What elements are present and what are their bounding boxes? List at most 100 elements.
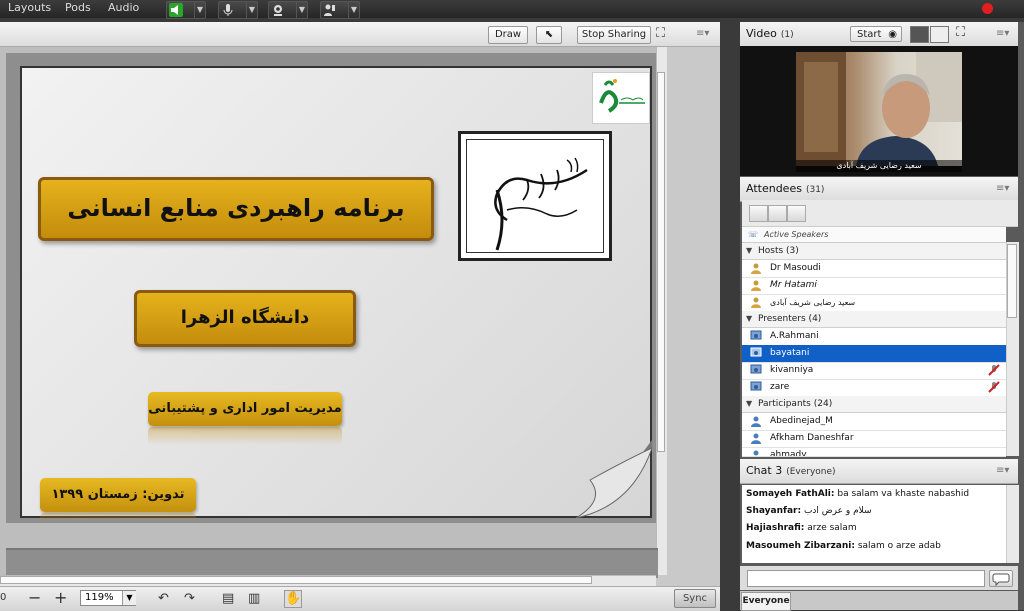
status-view-icon[interactable] [787, 205, 806, 222]
group-hosts[interactable]: ▼ Hosts (3) [742, 243, 1006, 260]
pointer-icon: ⬉ [544, 29, 554, 40]
attendee-row[interactable]: Dr Masoudi [742, 260, 1006, 278]
zoom-in-icon[interactable]: + [54, 588, 67, 607]
chat-text: ba salam va khaste nabashid [834, 489, 970, 499]
chat-message: Somayeh FathAli: ba salam va khaste naba… [746, 489, 969, 499]
attendees-pod-title-wrap: Attendees (31) [746, 182, 824, 195]
chat-input[interactable] [747, 570, 985, 587]
attendee-row[interactable]: A.Rahmani [742, 328, 1006, 346]
webcam-button[interactable]: ▼ [268, 1, 308, 19]
chat-pod-header: Chat 3 (Everyone) ≡▾ [740, 459, 1018, 484]
chevron-down-icon[interactable]: ▼ [348, 2, 359, 18]
page-curl [576, 440, 652, 518]
attendee-row-selected[interactable]: bayatani [742, 345, 1006, 363]
video-pod-title: Video [746, 27, 777, 40]
active-speakers-label: Active Speakers [764, 230, 829, 239]
attendee-scroll-thumb[interactable] [1007, 244, 1017, 318]
fit-page-icon[interactable]: ▤ [222, 591, 234, 606]
mic-muted-icon [988, 381, 1000, 393]
chat-pod-title: Chat 3 [746, 464, 783, 477]
webcam-icon: ◉ [888, 29, 897, 40]
presenter-icon [750, 347, 762, 357]
collapse-triangle-icon[interactable]: ▼ [746, 243, 752, 259]
attendee-name: ahmady [770, 450, 807, 457]
pod-menu-icon[interactable]: ≡▾ [996, 183, 1009, 194]
chevron-down-icon[interactable]: ▼ [122, 591, 136, 605]
collapse-triangle-icon[interactable]: ▼ [746, 311, 752, 327]
attendee-row[interactable]: Afkham Daneshfar [742, 430, 1006, 448]
bismillah-calligraphy [458, 131, 612, 261]
pod-menu-icon[interactable]: ≡▾ [996, 28, 1009, 39]
filmstrip-layout-icon[interactable] [930, 26, 949, 43]
attendees-pod-title: Attendees [746, 182, 802, 195]
slide-department-reflection [148, 427, 342, 445]
host-icon [751, 263, 761, 274]
attendee-row[interactable]: Mr Hatami [742, 277, 1006, 295]
chevron-down-icon[interactable]: ▼ [194, 2, 205, 18]
slide-horizontal-scroll-thumb[interactable] [0, 576, 592, 584]
attendee-row[interactable]: kivanniya [742, 362, 1006, 380]
attendees-pod-header: Attendees (31) ≡▾ [740, 177, 1018, 202]
chat-scrollbar[interactable] [1006, 485, 1019, 563]
microphone-button[interactable]: ▼ [218, 1, 258, 19]
attendee-row[interactable]: zare [742, 379, 1006, 397]
group-presenters[interactable]: ▼ Presenters (4) [742, 311, 1006, 328]
rotate-right-icon[interactable]: ↷ [184, 591, 195, 606]
fullscreen-icon[interactable]: ⛶ [956, 25, 965, 40]
user-icon [751, 433, 761, 444]
video-count: (1) [780, 30, 794, 40]
attendee-name: سعید رضایی شریف آبادی [770, 298, 856, 307]
menubar: Layouts Pods Audio ▼ ▼ ▼ ▼ [0, 0, 1024, 19]
record-indicator-icon[interactable] [982, 3, 993, 14]
start-webcam-label: Start [857, 29, 882, 40]
pod-menu-icon[interactable]: ≡▾ [696, 28, 709, 39]
grid-layout-icon[interactable] [910, 26, 929, 43]
slide-title: برنامه راهبردی منابع انسانی [38, 177, 434, 241]
fit-width-icon[interactable]: ▥ [248, 591, 260, 606]
slide-vertical-scroll-thumb[interactable] [657, 72, 665, 452]
menu-pods[interactable]: Pods [65, 1, 91, 14]
rotate-left-icon[interactable]: ↶ [158, 591, 169, 606]
chat-text: سلام و عرض ادب [801, 506, 872, 516]
chat-tab-everyone[interactable]: Everyone [741, 592, 791, 611]
collapse-triangle-icon[interactable]: ▼ [746, 396, 752, 412]
slide-compiled-date: تدوین: زمستان ۱۳۹۹ [40, 478, 196, 512]
slide-compiled-reflection [40, 513, 196, 521]
chevron-down-icon[interactable]: ▼ [296, 2, 307, 18]
zoom-out-icon[interactable]: − [28, 588, 41, 607]
group-participants[interactable]: ▼ Participants (24) [742, 396, 1006, 413]
speaker-button[interactable]: ▼ [166, 1, 206, 19]
list-view-icon[interactable] [749, 205, 768, 222]
status-button[interactable]: ▼ [320, 1, 360, 19]
attendee-row[interactable]: ahmady [742, 447, 1006, 457]
attendee-name: kivanniya [770, 365, 814, 375]
attendee-name: Abedinejad_M [770, 416, 833, 426]
group-presenters-label: Presenters (4) [758, 314, 822, 324]
fullscreen-icon[interactable]: ⛶ [656, 26, 665, 41]
chat-message: Hajiashrafi: arze salam [746, 523, 857, 533]
hand-tool-icon[interactable]: ✋ [284, 590, 302, 608]
attendee-row[interactable]: سعید رضایی شریف آبادی [742, 294, 1006, 312]
start-webcam-button[interactable]: Start ◉ [850, 26, 902, 42]
breakout-view-icon[interactable] [768, 205, 787, 222]
presenter-icon [750, 364, 762, 374]
chevron-down-icon[interactable]: ▼ [246, 2, 257, 18]
menu-layouts[interactable]: Layouts [8, 1, 51, 14]
page-number-label: 0 [0, 592, 7, 603]
webcam-icon [271, 3, 285, 17]
sync-button[interactable]: Sync [674, 589, 716, 608]
chat-pod-title-wrap: Chat 3 (Everyone) [746, 464, 836, 477]
video-feed[interactable] [796, 52, 962, 166]
menu-audio[interactable]: Audio [108, 1, 139, 14]
video-speaker-name: سعید رضایی شریف آبادی [796, 160, 962, 172]
chat-text: arze salam [804, 523, 857, 533]
video-pod-title-wrap: Video (1) [746, 27, 794, 40]
chat-send-button[interactable] [989, 570, 1013, 587]
attendee-row[interactable]: Abedinejad_M [742, 413, 1006, 431]
slide-department: مدیریت امور اداری و پشتیبانی [148, 392, 342, 426]
stop-sharing-button[interactable]: Stop Sharing [577, 26, 651, 44]
chat-sender: Somayeh FathAli: [746, 489, 835, 499]
pod-menu-icon[interactable]: ≡▾ [996, 465, 1009, 476]
draw-button[interactable]: Draw [488, 26, 528, 44]
pointer-button[interactable]: ⬉ [536, 26, 562, 44]
